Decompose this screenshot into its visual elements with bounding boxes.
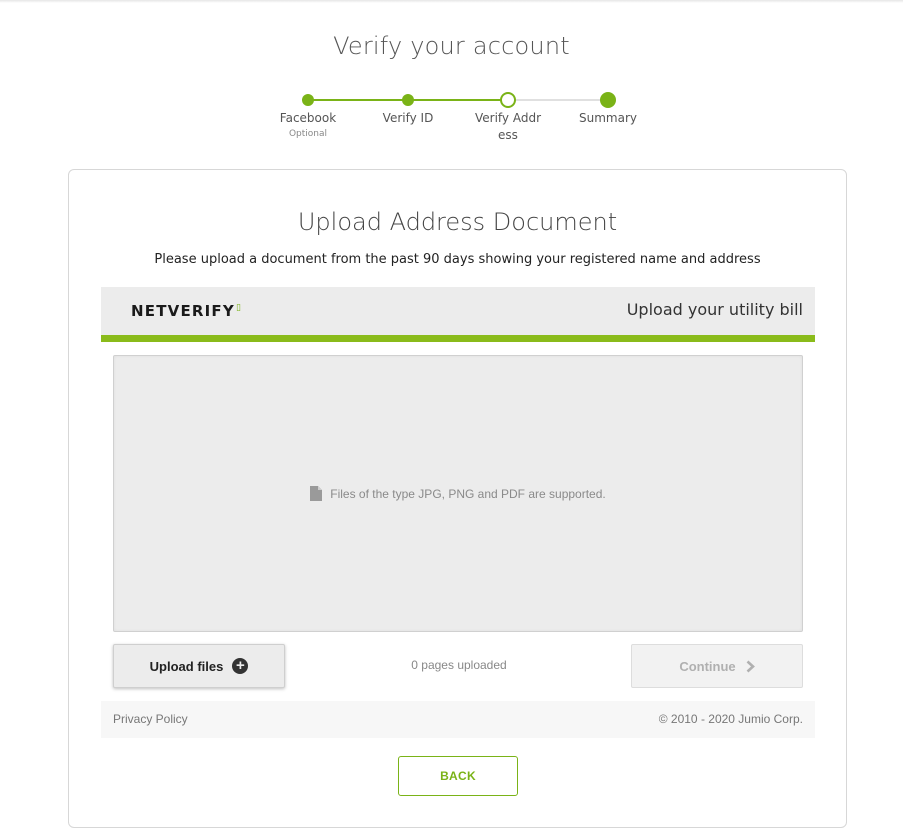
- dropzone-text: Files of the type JPG, PNG and PDF are s…: [330, 487, 606, 501]
- upload-card: Upload Address Document Please upload a …: [68, 169, 847, 828]
- step-label-facebook: Facebook: [279, 111, 337, 125]
- page-title: Verify your account: [333, 32, 570, 60]
- dropzone-hint: Files of the type JPG, PNG and PDF are s…: [114, 486, 802, 501]
- step-dot-facebook: [302, 94, 314, 106]
- step-label-summary: Summary: [579, 111, 637, 125]
- netverify-header-title: Upload your utility bill: [626, 300, 803, 319]
- stepper-line-upcoming: [508, 99, 608, 101]
- step-dot-verify-address: [500, 92, 516, 108]
- pages-uploaded-count: 0 pages uploaded: [411, 658, 507, 672]
- step-sublabel-optional: Optional: [288, 129, 328, 139]
- file-dropzone[interactable]: Files of the type JPG, PNG and PDF are s…: [113, 355, 803, 632]
- step-summary: Summary: [563, 110, 653, 127]
- privacy-policy-link[interactable]: Privacy Policy: [113, 712, 188, 726]
- progress-stepper: Facebook Optional Verify ID Verify Addr …: [0, 88, 903, 148]
- top-shadow: [0, 0, 903, 3]
- step-dot-verify-id: [402, 94, 414, 106]
- step-verify-id: Verify ID: [363, 110, 453, 127]
- netverify-logo-mark: ▯: [235, 303, 243, 313]
- netverify-footer: Privacy Policy © 2010 - 2020 Jumio Corp.: [101, 701, 815, 738]
- back-button[interactable]: BACK: [398, 756, 518, 796]
- step-label-verify-id: Verify ID: [382, 111, 434, 125]
- card-subtitle: Please upload a document from the past 9…: [154, 252, 761, 267]
- step-label-verify-address: Verify Addr ess: [474, 111, 542, 142]
- file-icon: [310, 486, 323, 501]
- step-dot-summary: [600, 92, 616, 108]
- upload-files-label: Upload files: [149, 658, 224, 674]
- netverify-logo: NETVERIFY▯: [131, 302, 242, 320]
- upload-files-button[interactable]: Upload files +: [113, 644, 285, 688]
- netverify-logo-text: NETVERIFY: [131, 302, 235, 320]
- netverify-accent-bar: [101, 335, 815, 342]
- copyright-text: © 2010 - 2020 Jumio Corp.: [658, 712, 803, 726]
- netverify-header: NETVERIFY▯ Upload your utility bill: [101, 287, 815, 335]
- card-title: Upload Address Document: [297, 208, 618, 236]
- step-verify-address: Verify Addr ess: [463, 110, 553, 144]
- step-facebook: Facebook Optional: [263, 110, 353, 140]
- continue-label: Continue: [679, 658, 736, 674]
- chevron-right-icon: [746, 660, 755, 672]
- continue-button[interactable]: Continue: [631, 644, 803, 688]
- plus-circle-icon: +: [232, 658, 249, 674]
